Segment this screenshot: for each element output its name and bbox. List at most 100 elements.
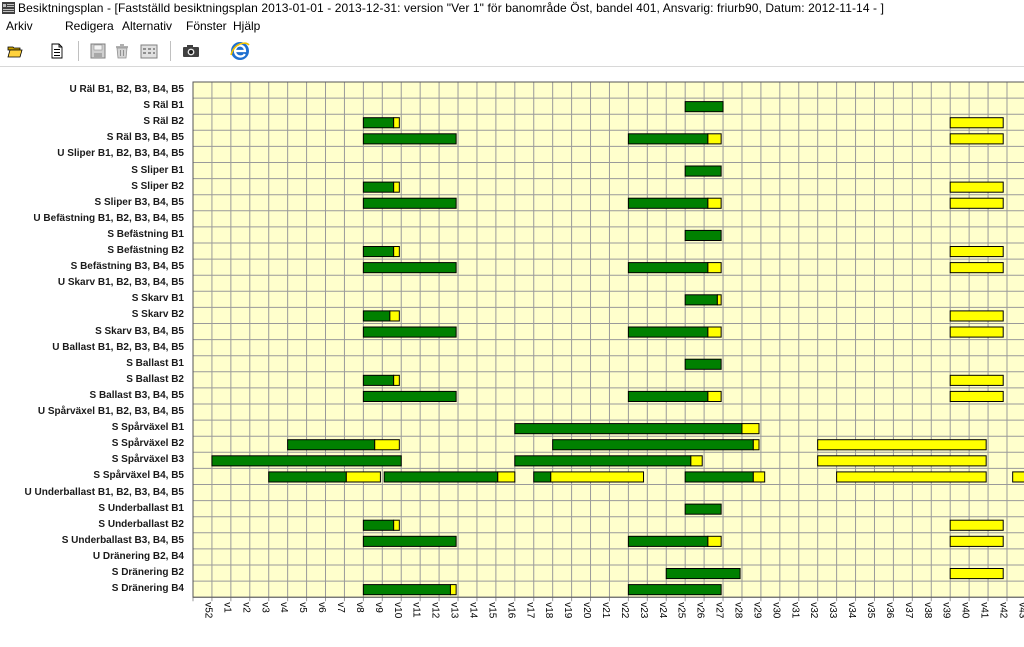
week-tick-label: v10 — [392, 602, 403, 619]
bar-remaining — [949, 262, 1004, 274]
bar-done — [627, 197, 709, 209]
bar-remaining — [836, 471, 987, 483]
bar-done — [627, 535, 709, 547]
bar-done — [362, 374, 395, 386]
week-tick-label: v33 — [827, 602, 838, 619]
week-tick-label: v36 — [884, 602, 895, 619]
week-tick-label: v42 — [998, 602, 1009, 619]
bar-done — [362, 246, 395, 258]
bar-done — [362, 117, 395, 129]
bar-done — [362, 390, 457, 402]
week-tick-label: v4 — [278, 602, 289, 613]
bar-remaining — [949, 519, 1004, 531]
bar-done — [684, 358, 722, 370]
week-tick-label: v31 — [789, 602, 800, 619]
bar-remaining — [949, 568, 1004, 580]
week-tick-label: v5 — [297, 602, 308, 613]
bar-done — [627, 326, 709, 338]
week-tick-label: v1 — [221, 602, 232, 613]
bar-remaining — [817, 439, 987, 451]
bar-remaining — [949, 246, 1004, 258]
week-tick-label: v7 — [335, 602, 346, 613]
week-tick-label: v22 — [619, 602, 630, 619]
bar-done — [362, 181, 395, 193]
bar-remaining — [393, 117, 400, 129]
week-tick-label: v3 — [259, 602, 270, 613]
week-tick-label: v34 — [846, 602, 857, 619]
bar-done — [362, 584, 451, 596]
bar-done — [268, 471, 347, 483]
week-tick-label: v17 — [524, 602, 535, 619]
bar-remaining — [752, 439, 760, 451]
bar-remaining — [393, 374, 400, 386]
bar-done — [362, 310, 391, 322]
week-tick-label: v27 — [714, 602, 725, 619]
week-tick-label: v39 — [941, 602, 952, 619]
week-tick-label: v29 — [751, 602, 762, 619]
bar-remaining — [949, 535, 1004, 547]
bar-remaining — [449, 584, 457, 596]
bar-done — [684, 165, 722, 177]
week-tick-label: v24 — [657, 602, 668, 619]
bar-remaining — [949, 390, 1004, 402]
bar-remaining — [817, 455, 987, 467]
week-tick-label: v12 — [430, 602, 441, 619]
week-tick-label: v2 — [240, 602, 251, 613]
bar-remaining — [741, 423, 760, 435]
bar-remaining — [949, 310, 1004, 322]
week-tick-label: v16 — [505, 602, 516, 619]
bar-remaining — [393, 246, 400, 258]
bar-remaining — [707, 197, 722, 209]
week-tick-label: v40 — [960, 602, 971, 619]
week-tick-label: v37 — [903, 602, 914, 619]
bar-done — [627, 133, 709, 145]
gantt-chart: v52 v1 v2 v3 v4 v5 v6 v7 v8 v9 v10 v11 v12 v13 v14 v15 v… — [192, 81, 1024, 619]
bar-remaining — [949, 181, 1004, 193]
bar-remaining — [707, 262, 722, 274]
week-tick-label: v8 — [354, 602, 365, 613]
week-tick-label: v9 — [373, 602, 384, 613]
week-tick-label: v6 — [316, 602, 327, 613]
bar-remaining — [949, 117, 1004, 129]
bar-remaining — [345, 471, 381, 483]
bar-done — [627, 262, 709, 274]
bar-done — [665, 568, 741, 580]
week-tick-label: v23 — [638, 602, 649, 619]
bar-remaining — [389, 310, 400, 322]
bar-remaining — [707, 535, 722, 547]
bar-remaining — [1012, 471, 1024, 483]
week-tick-label: v32 — [808, 602, 819, 619]
week-tick-label: v21 — [600, 602, 611, 619]
week-tick-label: v25 — [676, 602, 687, 619]
bar-done — [362, 519, 395, 531]
week-tick-label: v20 — [581, 602, 592, 619]
week-tick-label: v15 — [486, 602, 497, 619]
week-tick-label: v35 — [865, 602, 876, 619]
bar-remaining — [752, 471, 766, 483]
bar-done — [533, 471, 552, 483]
bar-done — [684, 503, 722, 515]
bar-done — [552, 439, 754, 451]
week-tick-label: v30 — [770, 602, 781, 619]
week-tick-label: v11 — [411, 602, 422, 618]
bar-done — [627, 584, 722, 596]
week-tick-label: v14 — [467, 602, 478, 619]
week-tick-label: v41 — [979, 602, 990, 619]
bar-done — [684, 471, 754, 483]
week-tick-label: v52 — [202, 602, 213, 619]
bar-done — [684, 101, 724, 113]
bar-remaining — [949, 197, 1004, 209]
bar-done — [684, 229, 722, 241]
bar-remaining — [949, 374, 1004, 386]
bar-remaining — [707, 133, 722, 145]
bar-done — [362, 133, 457, 145]
week-tick-label: v19 — [562, 602, 573, 619]
bar-done — [627, 390, 709, 402]
bar-done — [514, 455, 692, 467]
week-tick-label: v13 — [449, 602, 460, 619]
bar-done — [514, 423, 743, 435]
bar-remaining — [707, 326, 722, 338]
bar-done — [362, 197, 457, 209]
bar-remaining — [949, 326, 1004, 338]
week-tick-label: v26 — [695, 602, 706, 619]
